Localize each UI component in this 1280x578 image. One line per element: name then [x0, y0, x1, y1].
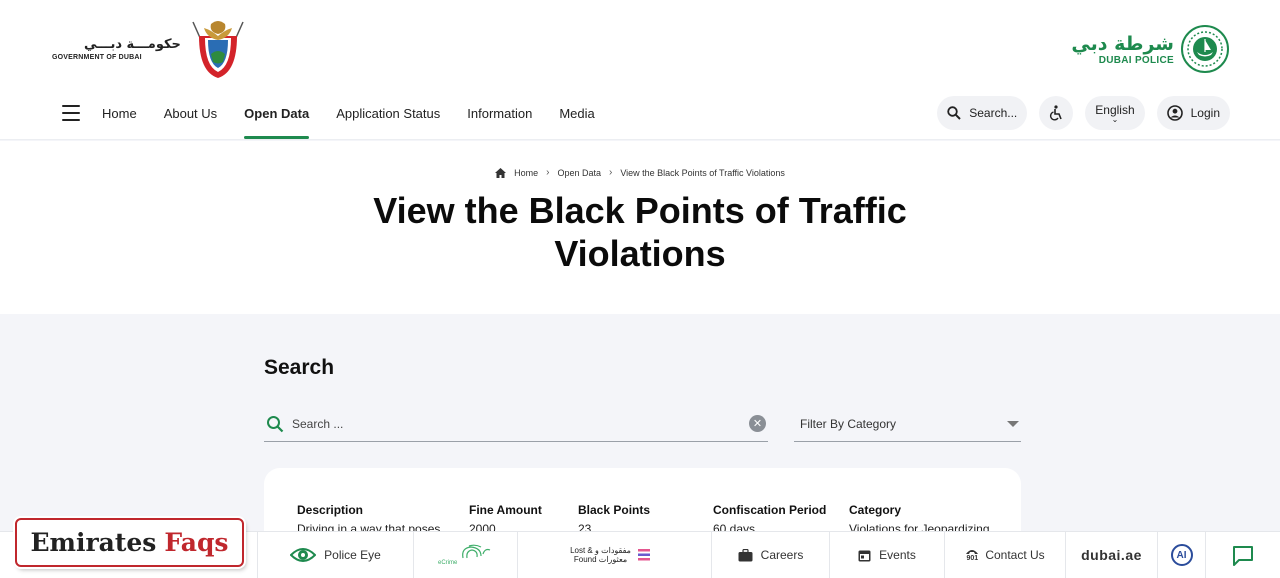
police-eye-label: Police Eye [324, 548, 381, 562]
category-filter-dropdown[interactable]: Filter By Category [794, 406, 1021, 442]
chat-link[interactable] [1206, 532, 1280, 578]
chevron-right-icon: › [546, 167, 550, 178]
ecrime-fingerprint-icon [461, 544, 490, 559]
ecrime-link[interactable]: eCrime [414, 531, 518, 578]
user-icon [1166, 105, 1183, 121]
nav-application-status[interactable]: Application Status [336, 96, 440, 140]
dubai-ae-link[interactable]: dubai.ae [1066, 531, 1158, 578]
gov-logo-english: GOVERNMENT OF DUBAI [52, 54, 142, 61]
nav-about-us[interactable]: About Us [164, 96, 217, 140]
search-field: ✕ [264, 406, 768, 442]
government-of-dubai-logo[interactable]: حكومـــة دبـــي GOVERNMENT OF DUBAI [52, 18, 249, 80]
briefcase-icon [738, 548, 753, 561]
contact-number: 901 [966, 554, 979, 562]
search-icon [267, 415, 284, 432]
caret-down-icon [1007, 420, 1019, 427]
ai-icon: AI [1170, 544, 1193, 566]
police-logo-english: DUBAI POLICE [1098, 54, 1174, 66]
gov-logo-arabic: حكومـــة دبـــي [84, 37, 181, 52]
page-title: View the Black Points of Traffic Violati… [373, 190, 907, 274]
home-icon [495, 167, 507, 178]
events-label: Events [879, 548, 916, 562]
events-link[interactable]: Events [830, 531, 945, 578]
chat-bubble-icon [1233, 545, 1253, 566]
search-icon [947, 106, 961, 120]
main-nav: Home About Us Open Data Application Stat… [62, 96, 622, 140]
ai-assistant-link[interactable]: AI [1158, 531, 1206, 578]
dubai-police-emblem-icon [1181, 25, 1229, 73]
filter-label: Filter By Category [800, 416, 897, 431]
watermark-word2: Faqs [164, 528, 229, 557]
accessibility-button[interactable] [1039, 96, 1074, 130]
column-header: Description [297, 503, 364, 517]
hamburger-menu-icon[interactable] [62, 105, 80, 121]
lost-found-line2: Found معثورات [573, 555, 628, 564]
column-header: Category [849, 503, 902, 517]
header-search-button[interactable]: Search... [937, 96, 1028, 130]
nav-media[interactable]: Media [559, 96, 594, 140]
login-button[interactable]: Login [1156, 96, 1230, 130]
login-label: Login [1190, 106, 1220, 120]
language-selector[interactable]: English ⌄ [1085, 96, 1145, 130]
site-header: حكومـــة دبـــي GOVERNMENT OF DUBAI شرطة… [0, 0, 1280, 140]
eye-icon [290, 548, 317, 562]
lost-found-line1: Lost & مفقودات و [570, 546, 631, 555]
page-hero: Home › Open Data › View the Black Points… [0, 141, 1280, 314]
breadcrumb-home[interactable]: Home [514, 168, 538, 178]
police-eye-link[interactable]: Police Eye [258, 531, 414, 578]
column-header: Confiscation Period [713, 503, 827, 517]
column-header: Black Points [578, 503, 651, 517]
lost-found-icon [637, 549, 650, 561]
header-tools: Search... English ⌄ Login [937, 96, 1230, 130]
careers-label: Careers [760, 548, 804, 562]
clear-search-icon[interactable]: ✕ [749, 415, 766, 432]
phone-icon [966, 549, 979, 554]
chevron-right-icon: › [608, 167, 613, 178]
ecrime-label: eCrime [438, 560, 458, 566]
breadcrumb-open-data[interactable]: Open Data [557, 168, 601, 178]
dubai-police-logo[interactable]: شرطة دبي DUBAI POLICE [1071, 24, 1230, 74]
header-search-label: Search... [969, 106, 1018, 120]
accessibility-icon [1050, 105, 1063, 121]
breadcrumb: Home › Open Data › View the Black Points… [0, 167, 1280, 178]
contact-us-label: Contact Us [985, 548, 1045, 562]
nav-home[interactable]: Home [102, 96, 137, 140]
chevron-down-icon: ⌄ [1111, 115, 1119, 124]
search-heading: Search [264, 356, 335, 379]
nav-open-data[interactable]: Open Data [244, 96, 310, 140]
search-input[interactable] [292, 416, 749, 431]
lost-and-found-link[interactable]: Lost & مفقودات و Found معثورات [518, 531, 712, 578]
watermark-word1: Emirates [30, 528, 157, 557]
dubai-emblem-icon [192, 21, 244, 78]
contact-us-link[interactable]: 901 Contact Us [945, 531, 1066, 578]
dubai-ae-label: dubai.ae [1081, 547, 1142, 563]
careers-link[interactable]: Careers [712, 531, 830, 578]
calendar-icon [858, 550, 871, 561]
police-logo-arabic: شرطة دبي [1071, 32, 1174, 55]
nav-information[interactable]: Information [467, 96, 532, 140]
column-header: Fine Amount [469, 503, 542, 517]
breadcrumb-current: View the Black Points of Traffic Violati… [620, 167, 785, 178]
emirates-faqs-watermark: Emirates Faqs [15, 518, 244, 567]
